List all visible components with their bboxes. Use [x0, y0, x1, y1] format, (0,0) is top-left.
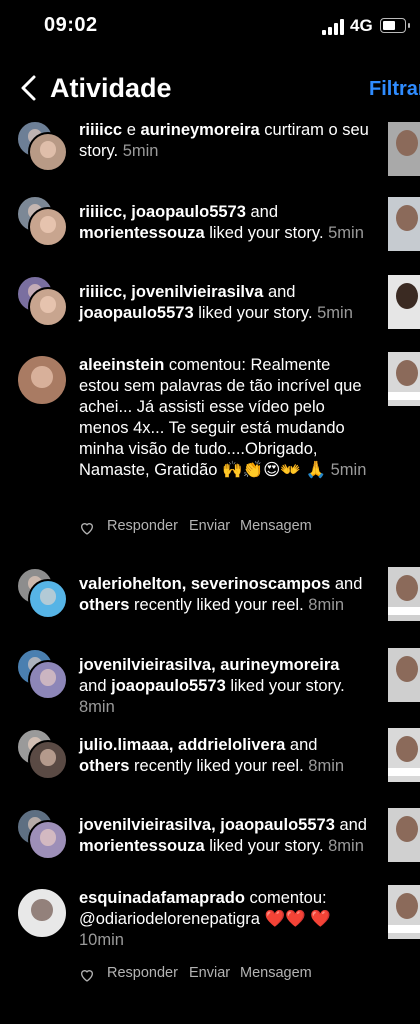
story-thumbnail[interactable] [388, 275, 420, 329]
heart-icon[interactable] [79, 967, 95, 983]
avatar[interactable] [16, 352, 68, 406]
reel-thumbnail[interactable] [388, 352, 420, 406]
send-button[interactable]: Enviar [189, 518, 230, 534]
activity-text: riiiicc, jovenilvieirasilva and joaopaul… [79, 283, 353, 322]
comment-actions: Responder Enviar Mensagem [79, 518, 379, 538]
activity-text: julio.limaaa, addrielolivera and others … [79, 736, 345, 775]
reel-thumbnail[interactable] [388, 567, 420, 621]
activity-item[interactable]: jovenilvieirasilva, joaopaulo5573 and mo… [0, 808, 420, 868]
activity-text: jovenilvieirasilva, joaopaulo5573 and mo… [79, 816, 367, 855]
network-type: 4G [350, 16, 373, 35]
avatar[interactable] [16, 648, 68, 700]
avatar[interactable] [16, 728, 68, 780]
avatar[interactable] [16, 275, 68, 327]
header: Atividade Filtrar [0, 60, 420, 116]
signal-icon [322, 19, 344, 35]
reply-button[interactable]: Responder [107, 518, 178, 534]
avatar[interactable] [16, 120, 68, 172]
reply-button[interactable]: Responder [107, 965, 178, 981]
activity-item[interactable]: julio.limaaa, addrielolivera and others … [0, 728, 420, 788]
activity-item[interactable]: riiiicc e aurineymoreira curtiram o seu … [0, 120, 420, 180]
activity-text: jovenilvieirasilva, aurineymoreira and j… [79, 656, 345, 716]
heart-icon[interactable] [79, 520, 95, 536]
activity-text: valeriohelton, severinoscampos and other… [79, 575, 363, 614]
activity-text: esquinadafamaprado comentou: @odiariodel… [79, 889, 331, 949]
story-thumbnail[interactable] [388, 122, 420, 176]
avatar[interactable] [16, 885, 68, 939]
reel-thumbnail[interactable] [388, 728, 420, 782]
story-thumbnail[interactable] [388, 197, 420, 251]
comment-actions: Responder Enviar Mensagem [79, 965, 379, 985]
back-button[interactable] [18, 74, 42, 102]
activity-item[interactable]: riiiicc, jovenilvieirasilva and joaopaul… [0, 275, 420, 335]
activity-text: aleeinstein comentou: Realmente estou se… [79, 356, 367, 479]
comment-item[interactable]: aleeinstein comentou: Realmente estou se… [0, 352, 420, 542]
activity-item[interactable]: valeriohelton, severinoscampos and other… [0, 567, 420, 627]
activity-text: riiiicc, joaopaulo5573 and morientessouz… [79, 203, 364, 242]
avatar[interactable] [16, 567, 68, 619]
story-thumbnail[interactable] [388, 808, 420, 862]
reel-thumbnail[interactable] [388, 885, 420, 939]
activity-item[interactable]: jovenilvieirasilva, aurineymoreira and j… [0, 648, 420, 716]
message-button[interactable]: Mensagem [240, 518, 312, 534]
filter-button[interactable]: Filtrar [369, 78, 420, 101]
status-time: 09:02 [44, 14, 98, 36]
chevron-left-icon [21, 75, 36, 101]
comment-item[interactable]: esquinadafamaprado comentou: @odiariodel… [0, 885, 420, 1000]
send-button[interactable]: Enviar [189, 965, 230, 981]
page-title: Atividade [50, 73, 172, 103]
message-button[interactable]: Mensagem [240, 965, 312, 981]
status-bar: 09:02 4G [0, 0, 420, 56]
activity-text: riiiicc e aurineymoreira curtiram o seu … [79, 121, 369, 160]
avatar[interactable] [16, 808, 68, 860]
story-thumbnail[interactable] [388, 648, 420, 702]
battery-icon [380, 18, 410, 33]
activity-item[interactable]: riiiicc, joaopaulo5573 and morientessouz… [0, 195, 420, 255]
avatar[interactable] [16, 195, 68, 247]
